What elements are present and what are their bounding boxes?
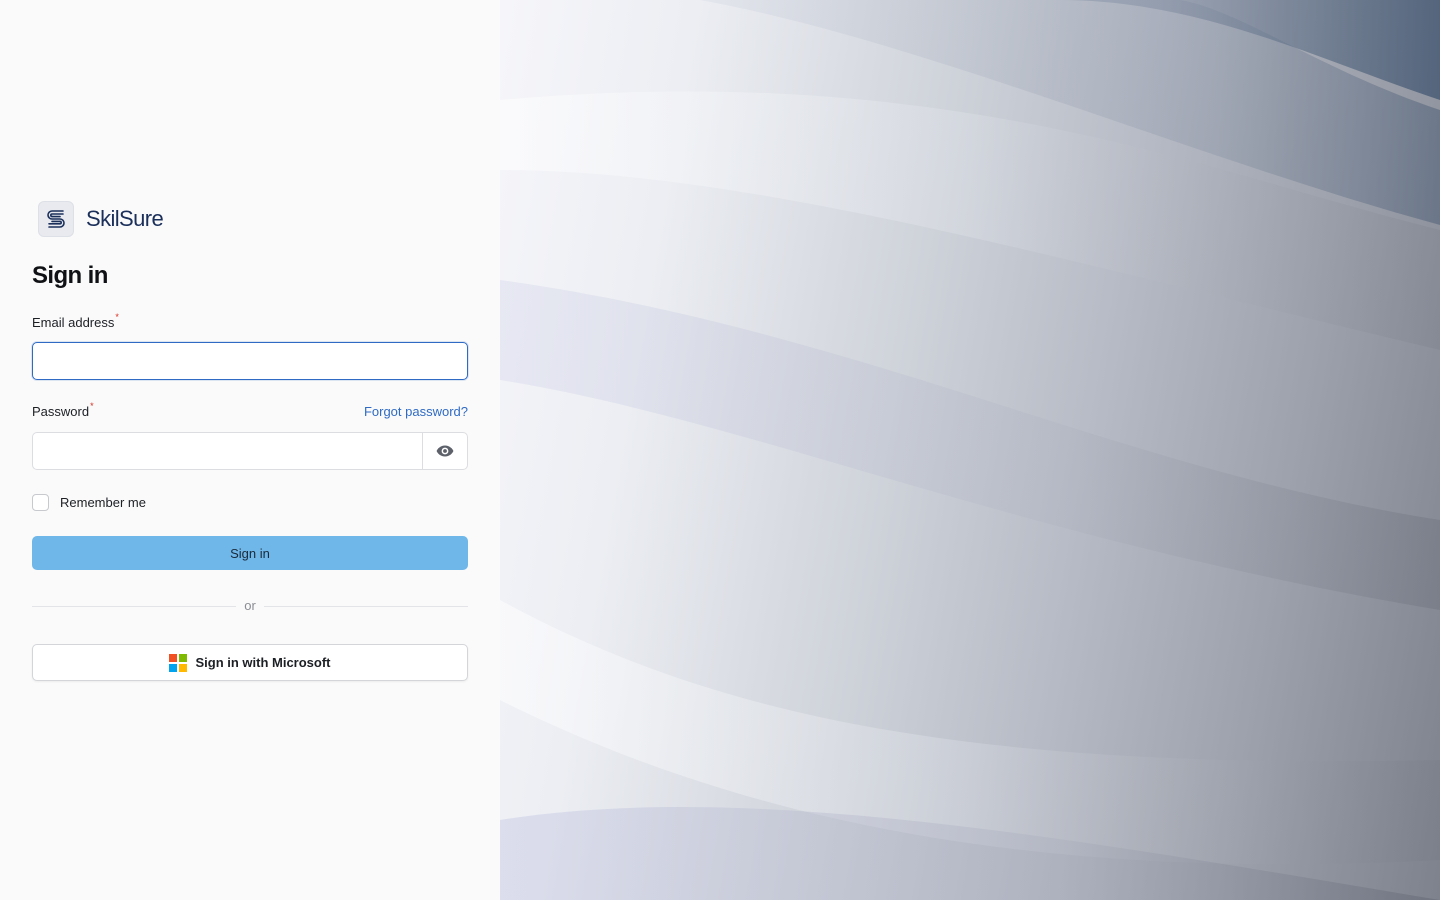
required-mark: * bbox=[90, 401, 94, 411]
brand-logo: SkilSure bbox=[38, 201, 164, 237]
show-password-button[interactable] bbox=[422, 432, 468, 470]
remember-me[interactable]: Remember me bbox=[32, 494, 146, 511]
background-image bbox=[500, 0, 1440, 900]
microsoft-button-label: Sign in with Microsoft bbox=[195, 655, 331, 670]
page-title: Sign in bbox=[32, 262, 108, 289]
remember-me-checkbox[interactable] bbox=[32, 494, 49, 511]
sign-in-button[interactable]: Sign in bbox=[32, 536, 468, 570]
email-field[interactable] bbox=[32, 342, 468, 380]
email-label: Email address* bbox=[32, 312, 119, 330]
sign-in-with-microsoft-button[interactable]: Sign in with Microsoft bbox=[32, 644, 468, 681]
email-label-text: Email address bbox=[32, 315, 115, 330]
sign-in-panel: SkilSure Sign in Email address* Password… bbox=[0, 0, 500, 900]
brand-name: SkilSure bbox=[86, 206, 164, 231]
skilsure-logo-icon bbox=[38, 201, 74, 237]
password-label-text: Password bbox=[32, 404, 90, 419]
required-mark: * bbox=[115, 312, 119, 322]
password-label: Password* bbox=[32, 401, 94, 419]
microsoft-logo-icon bbox=[169, 653, 188, 672]
remember-me-label: Remember me bbox=[60, 495, 146, 510]
wave-background bbox=[500, 0, 1440, 900]
forgot-password-link[interactable]: Forgot password? bbox=[364, 404, 468, 419]
divider-text: or bbox=[236, 598, 264, 613]
password-group bbox=[32, 432, 468, 470]
password-field[interactable] bbox=[32, 432, 422, 470]
eye-icon bbox=[436, 445, 454, 457]
